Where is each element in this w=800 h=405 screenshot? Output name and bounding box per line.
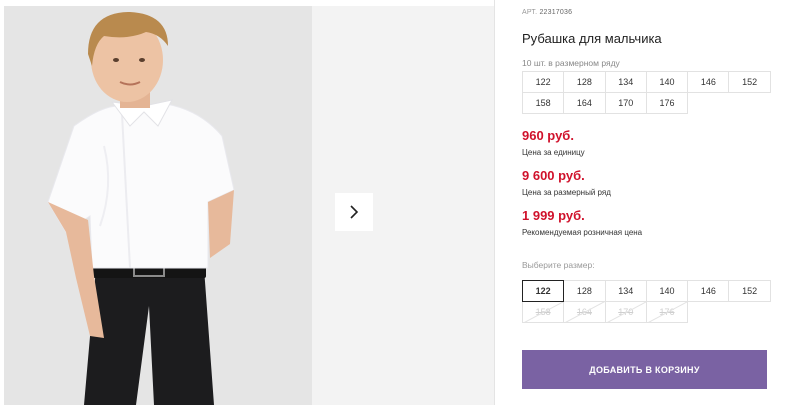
pack-label: 10 шт. в размерном ряду xyxy=(522,58,620,68)
pack-size-cell: 134 xyxy=(604,71,647,93)
next-slide-button[interactable] xyxy=(335,193,373,231)
size-option-unavailable-label: 164 xyxy=(576,307,592,317)
pack-size-cell: 170 xyxy=(604,92,647,114)
size-option[interactable]: 140 xyxy=(645,280,689,302)
pack-size-cell: 140 xyxy=(645,71,689,93)
size-option[interactable]: 134 xyxy=(604,280,647,302)
article-number: АРТ. 22317036 xyxy=(522,9,572,16)
pack-size-cell: 128 xyxy=(563,71,606,93)
product-title: Рубашка для мальчика xyxy=(522,31,662,46)
size-option-unavailable: 176 xyxy=(645,301,689,323)
size-option[interactable]: 152 xyxy=(728,280,771,302)
size-option[interactable]: 146 xyxy=(687,280,730,302)
pack-size-grid: 122 128 134 140 146 152 158 164 170 176 xyxy=(522,71,771,114)
product-gallery xyxy=(0,0,497,405)
boy-in-white-shirt-image xyxy=(4,6,312,405)
pack-price-caption: Цена за размерный ряд xyxy=(522,188,611,197)
size-option-unavailable: 170 xyxy=(604,301,647,323)
product-photo xyxy=(4,6,312,405)
unit-price: 960 руб. xyxy=(522,128,574,143)
pack-size-cell: 152 xyxy=(728,71,771,93)
size-option-selected[interactable]: 122 xyxy=(522,280,565,302)
article-value: 22317036 xyxy=(539,9,573,16)
size-selector: 122 128 134 140 146 152 158 164 170 176 xyxy=(522,280,771,323)
chevron-right-icon xyxy=(350,205,359,219)
size-option[interactable]: 128 xyxy=(563,280,606,302)
size-option-unavailable: 158 xyxy=(522,301,565,323)
size-option-unavailable-label: 170 xyxy=(618,307,634,317)
unit-price-caption: Цена за единицу xyxy=(522,148,585,157)
pack-size-cell: 176 xyxy=(645,92,689,114)
size-option-unavailable-label: 158 xyxy=(535,307,551,317)
pack-size-cell: 146 xyxy=(687,71,730,93)
pack-price: 9 600 руб. xyxy=(522,168,585,183)
retail-price-caption: Рекомендуемая розничная цена xyxy=(522,228,643,237)
choose-size-label: Выберите размер: xyxy=(522,260,595,270)
size-option-unavailable-label: 176 xyxy=(659,307,675,317)
article-label: АРТ. xyxy=(522,9,538,16)
pack-size-cell: 158 xyxy=(522,92,565,114)
add-to-cart-button[interactable]: ДОБАВИТЬ В КОРЗИНУ xyxy=(522,350,767,389)
size-option-unavailable: 164 xyxy=(563,301,606,323)
pack-size-cell: 122 xyxy=(522,71,565,93)
retail-price: 1 999 руб. xyxy=(522,208,585,223)
gallery-divider xyxy=(494,0,495,405)
pack-size-cell: 164 xyxy=(563,92,606,114)
